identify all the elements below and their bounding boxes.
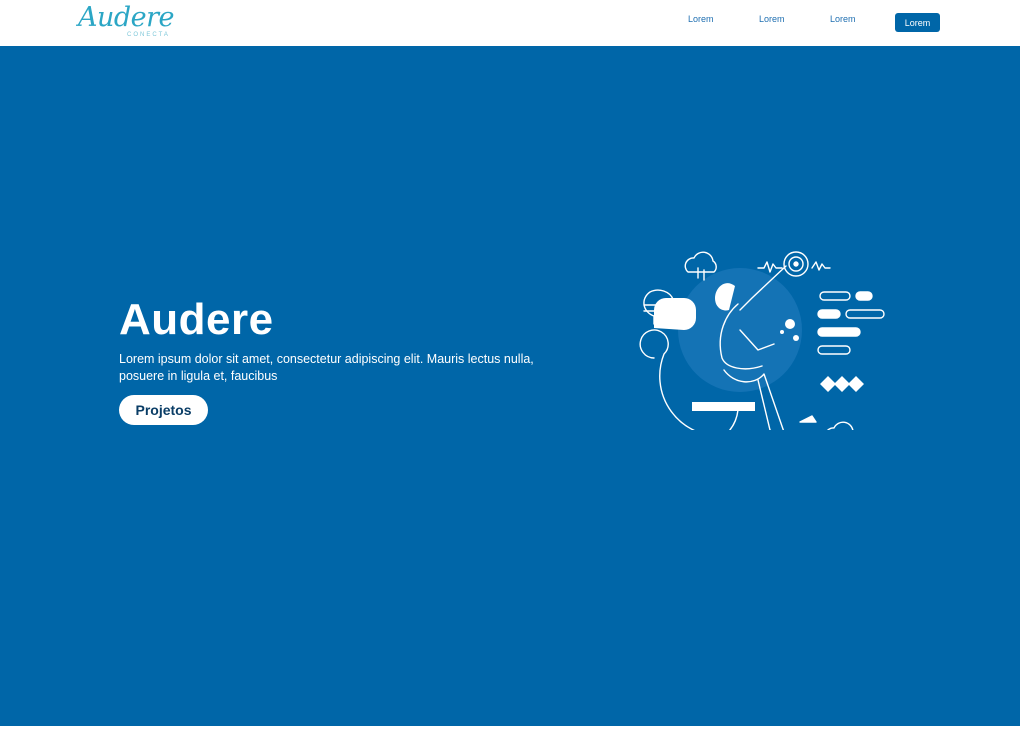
diamond-shapes-icon bbox=[820, 376, 864, 392]
projects-button[interactable]: Projetos bbox=[119, 395, 208, 425]
brand-logo[interactable]: Audere CONECTA bbox=[78, 2, 175, 42]
brand-name: Audere bbox=[78, 2, 175, 33]
nav-link-3[interactable]: Lorem bbox=[830, 14, 856, 24]
brand-subtitle: CONECTA bbox=[127, 32, 170, 38]
hero-illustration bbox=[639, 251, 885, 430]
nav-link-1[interactable]: Lorem bbox=[688, 14, 714, 24]
message-bubble-icon bbox=[654, 298, 696, 330]
hero-description: Lorem ipsum dolor sit amet, consectetur … bbox=[119, 352, 534, 383]
navbar: Audere CONECTA Lorem Lorem Lorem Lorem bbox=[0, 0, 1020, 46]
nav-cta-button[interactable]: Lorem bbox=[895, 13, 940, 32]
hero-title: Audere bbox=[119, 295, 274, 344]
nav-link-2[interactable]: Lorem bbox=[759, 14, 785, 24]
pulse-target-icon bbox=[757, 251, 831, 277]
cloud-icon bbox=[826, 421, 854, 430]
footer-strip bbox=[0, 726, 1020, 740]
list-lines-icon bbox=[817, 291, 885, 355]
